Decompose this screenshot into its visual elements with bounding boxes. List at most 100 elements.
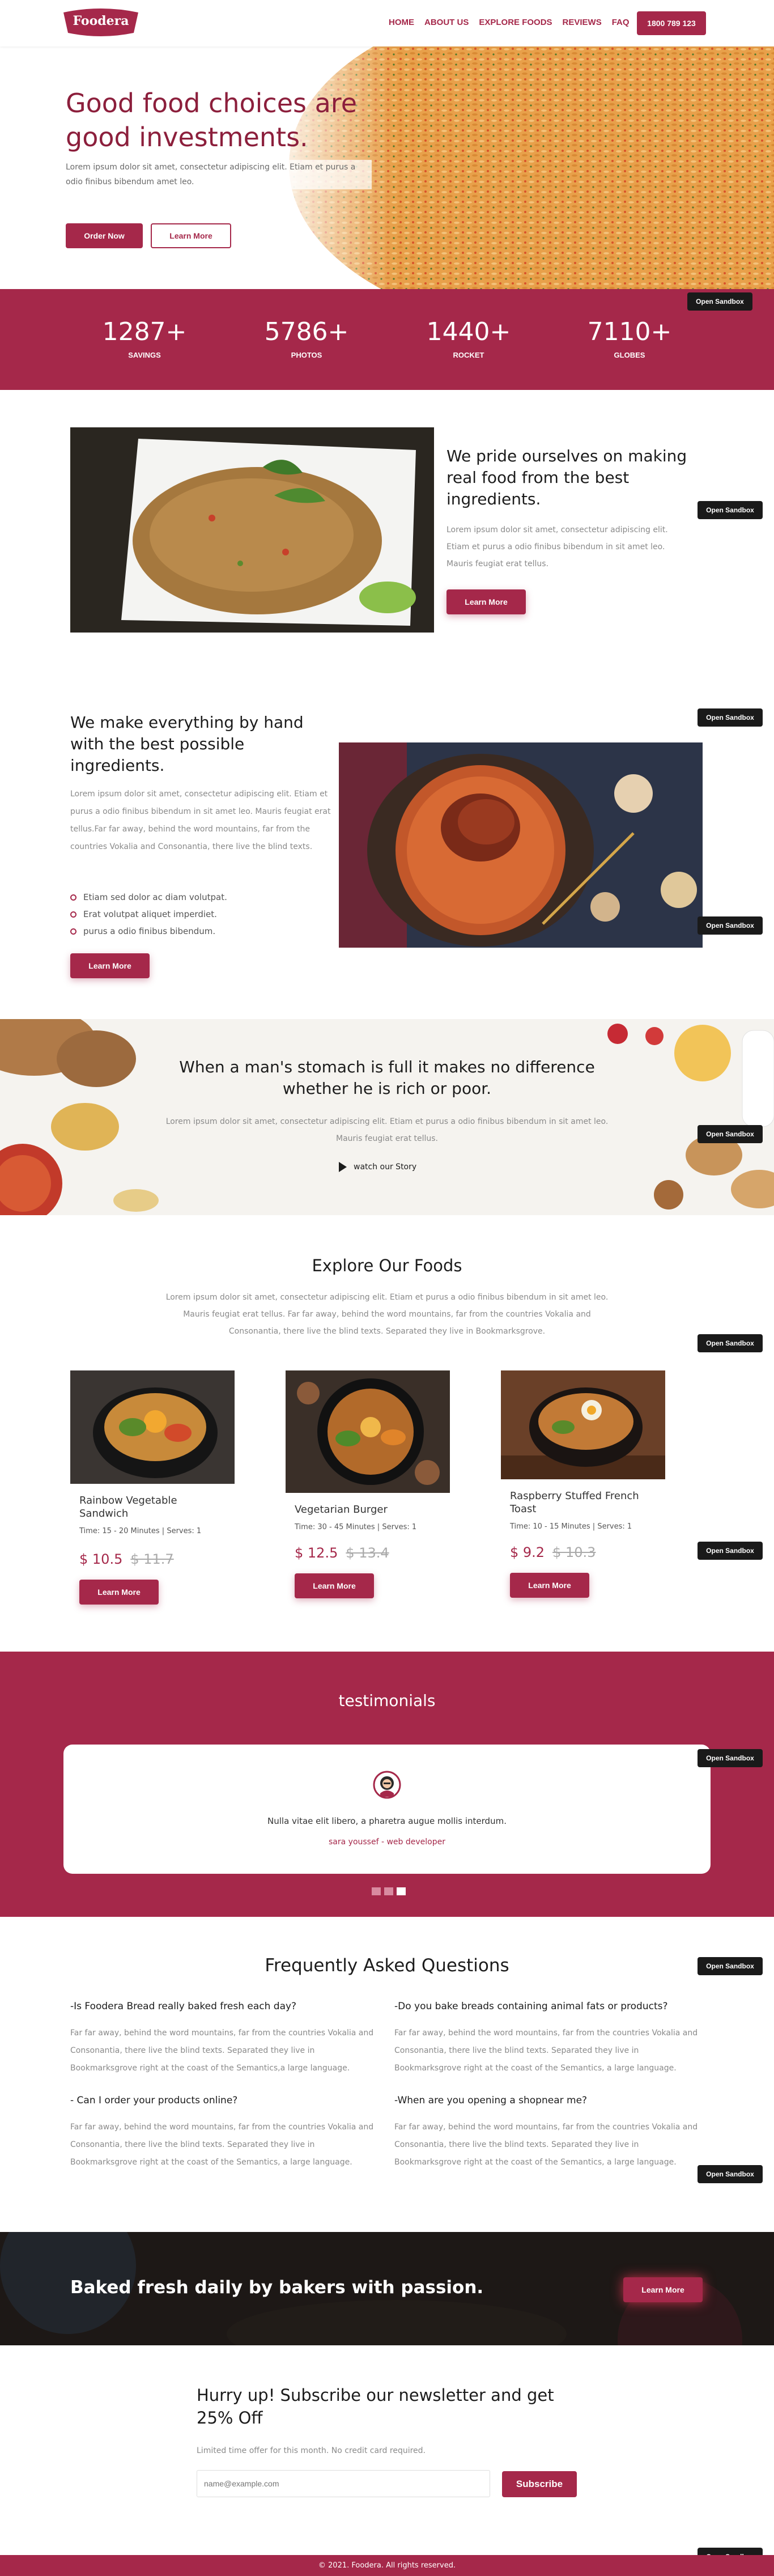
stat-label: GLOBES [614,351,645,359]
banner-title: Baked fresh daily by bakers with passion… [70,2277,484,2298]
bullet-text: purus a odio finibus bibendum. [83,926,216,936]
newsletter-title: Hurry up! Subscribe our newsletter and g… [197,2386,554,2428]
noodle-bowl-image [501,1370,665,1479]
faq-answer: Far far away, behind the word mountains,… [394,2123,698,2167]
faq-question[interactable]: -Is Foodera Bread really baked fresh eac… [70,2001,379,2012]
site-header: Foodera HOME ABOUT US EXPLORE FOODS REVI… [0,0,774,46]
food-time: Time: 10 - 15 Minutes | Serves: 1 [510,1522,632,1531]
circle-bullet-icon [70,894,76,901]
faq-title: Frequently Asked Questions [265,1955,509,1976]
faq-question[interactable]: -Do you bake breads containing animal fa… [394,2001,703,2012]
food-card: Raspberry Stuffed French Toast Time: 10 … [501,1370,665,1598]
testimonials-title: testimonials [338,1691,436,1710]
logo-text: Foodera [73,14,129,28]
quote-text: Lorem ipsum dolor sit amet, consectetur … [165,1117,609,1143]
newsletter-text: Limited time offer for this month. No cr… [197,2446,426,2455]
open-sandbox-button[interactable]: Open Sandbox [698,916,763,935]
food-learn-more-button[interactable]: Learn More [295,1573,374,1598]
subscribe-button[interactable]: Subscribe [502,2471,577,2497]
open-sandbox-button[interactable]: Open Sandbox [698,2165,763,2183]
nav-reviews[interactable]: REVIEWS [563,18,602,27]
hand-title: We make everything by hand with the best… [70,713,304,775]
carousel-dot[interactable] [372,1887,381,1895]
nav-faq[interactable]: FAQ [612,18,630,27]
bibimbap-bowl-image [70,1370,235,1484]
quote-title: When a man's stomach is full it makes no… [179,1058,595,1098]
open-sandbox-button[interactable]: Open Sandbox [698,708,763,727]
faq-item: -Is Foodera Bread really baked fresh eac… [70,2001,379,2077]
stat-value: 5786+ [264,317,349,346]
food-price: $ 10.5 [79,1551,123,1567]
faq-item: - Can I order your products online? Far … [70,2095,379,2171]
food-old-price: $ 10.3 [552,1544,596,1560]
open-sandbox-button[interactable]: Open Sandbox [687,292,752,311]
watch-story-link[interactable]: watch our Story [339,1162,416,1172]
food-spread-left-image [0,1019,159,1215]
food-old-price: $ 11.7 [130,1551,174,1567]
bullet-text: Etiam sed dolor ac diam volutpat. [83,892,227,902]
nav-explore-foods[interactable]: EXPLORE FOODS [479,18,552,27]
order-now-button[interactable]: Order Now [66,223,143,248]
open-sandbox-button[interactable]: Open Sandbox [698,501,763,519]
testimonial-card: Nulla vitae elit libero, a pharetra augu… [63,1745,711,1874]
faq-answer: Far far away, behind the word mountains,… [394,2028,698,2073]
hero-title: Good food choices are good investments. [66,88,357,152]
bullet-item: purus a odio finibus bibendum. [70,923,227,940]
hand-text: Lorem ipsum dolor sit amet, consectetur … [70,790,331,851]
food-name: Raspberry Stuffed French Toast [510,1490,639,1515]
carousel-dot[interactable] [384,1887,393,1895]
hand-bullets: Etiam sed dolor ac diam volutpat. Erat v… [70,889,227,940]
phone-button[interactable]: 1800 789 123 [637,11,706,35]
faq-item: -Do you bake breads containing animal fa… [394,2001,703,2077]
stats-band: 1287+ SAVINGS 5786+ PHOTOS 1440+ ROCKET … [0,289,774,390]
food-learn-more-button[interactable]: Learn More [79,1580,159,1605]
testimonial-quote: Nulla vitae elit libero, a pharetra augu… [267,1816,507,1826]
food-learn-more-button[interactable]: Learn More [510,1573,589,1598]
stat-rocket: 1440+ ROCKET [409,317,528,359]
stat-value: 1287+ [102,317,187,346]
testimonial-author: sara youssef - web developer [329,1837,445,1847]
open-sandbox-button[interactable]: Open Sandbox [698,1749,763,1767]
faq-question[interactable]: - Can I order your products online? [70,2095,379,2106]
open-sandbox-button[interactable]: Open Sandbox [698,1957,763,1975]
price-row: $ 10.5 $ 11.7 [79,1551,235,1567]
nav-about-us[interactable]: ABOUT US [424,18,469,27]
biryani-chicken-image [339,742,703,948]
bullet-text: Erat volutpat aliquet imperdiet. [83,909,217,919]
banner-learn-more-button[interactable]: Learn More [623,2277,703,2302]
stat-savings: 1287+ SAVINGS [85,317,204,359]
testimonials-section: testimonials Nulla vitae elit libero, a … [0,1652,774,1917]
faq-answer: Far far away, behind the word mountains,… [70,2123,374,2167]
hand-learn-more-button[interactable]: Learn More [70,953,150,978]
stat-value: 7110+ [587,317,672,346]
food-card: Vegetarian Burger Time: 30 - 45 Minutes … [286,1370,450,1598]
hero-learn-more-button[interactable]: Learn More [151,223,231,248]
stat-globes: 7110+ GLOBES [570,317,689,359]
faq-question[interactable]: -When are you opening a shopnear me? [394,2095,703,2106]
food-spread-right-image [607,1024,774,1210]
pride-learn-more-button[interactable]: Learn More [446,589,526,614]
newsletter-email-input[interactable] [197,2470,490,2497]
faq-answer: Far far away, behind the word mountains,… [70,2028,374,2073]
circle-bullet-icon [70,911,76,918]
watch-story-text: watch our Story [354,1162,417,1172]
play-icon [339,1162,347,1172]
food-price: $ 9.2 [510,1544,545,1560]
nav-home[interactable]: HOME [389,18,414,27]
site-footer: © 2021. Foodera. All rights reserved. [0,2555,774,2576]
stat-photos: 5786+ PHOTOS [247,317,366,359]
bullet-item: Erat volutpat aliquet imperdiet. [70,906,227,923]
carousel-dot-active[interactable] [397,1887,406,1895]
open-sandbox-button[interactable]: Open Sandbox [698,1334,763,1352]
quote-section: When a man's stomach is full it makes no… [0,1019,774,1215]
explore-title: Explore Our Foods [312,1256,462,1275]
avatar [373,1771,401,1799]
logo[interactable]: Foodera [60,7,142,39]
price-row: $ 12.5 $ 13.4 [295,1545,450,1561]
pride-text: Lorem ipsum dolor sit amet, consectetur … [446,525,668,568]
open-sandbox-button[interactable]: Open Sandbox [698,1125,763,1143]
open-sandbox-button[interactable]: Open Sandbox [698,1542,763,1560]
stat-label: PHOTOS [291,351,322,359]
bullet-item: Etiam sed dolor ac diam volutpat. [70,889,227,906]
stat-label: ROCKET [453,351,484,359]
